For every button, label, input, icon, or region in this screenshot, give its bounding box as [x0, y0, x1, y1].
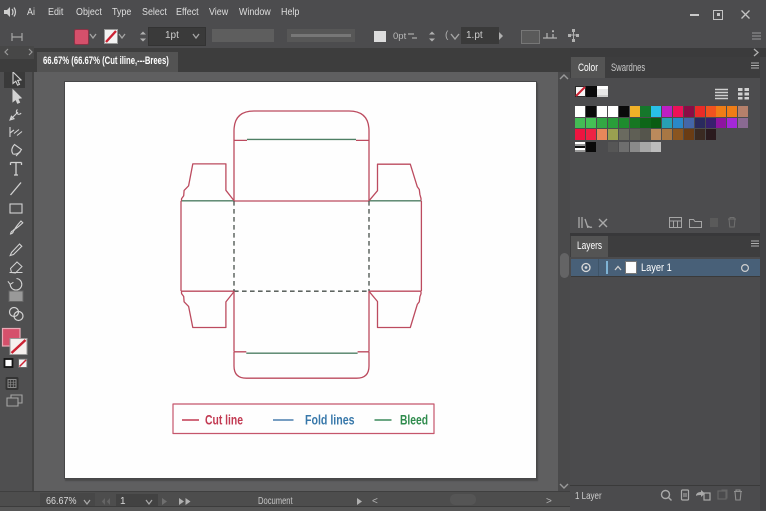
svg-text:Fold lines: Fold lines — [305, 413, 355, 428]
svg-text:Bleed: Bleed — [400, 413, 428, 428]
svg-text:Cut line: Cut line — [205, 413, 243, 428]
